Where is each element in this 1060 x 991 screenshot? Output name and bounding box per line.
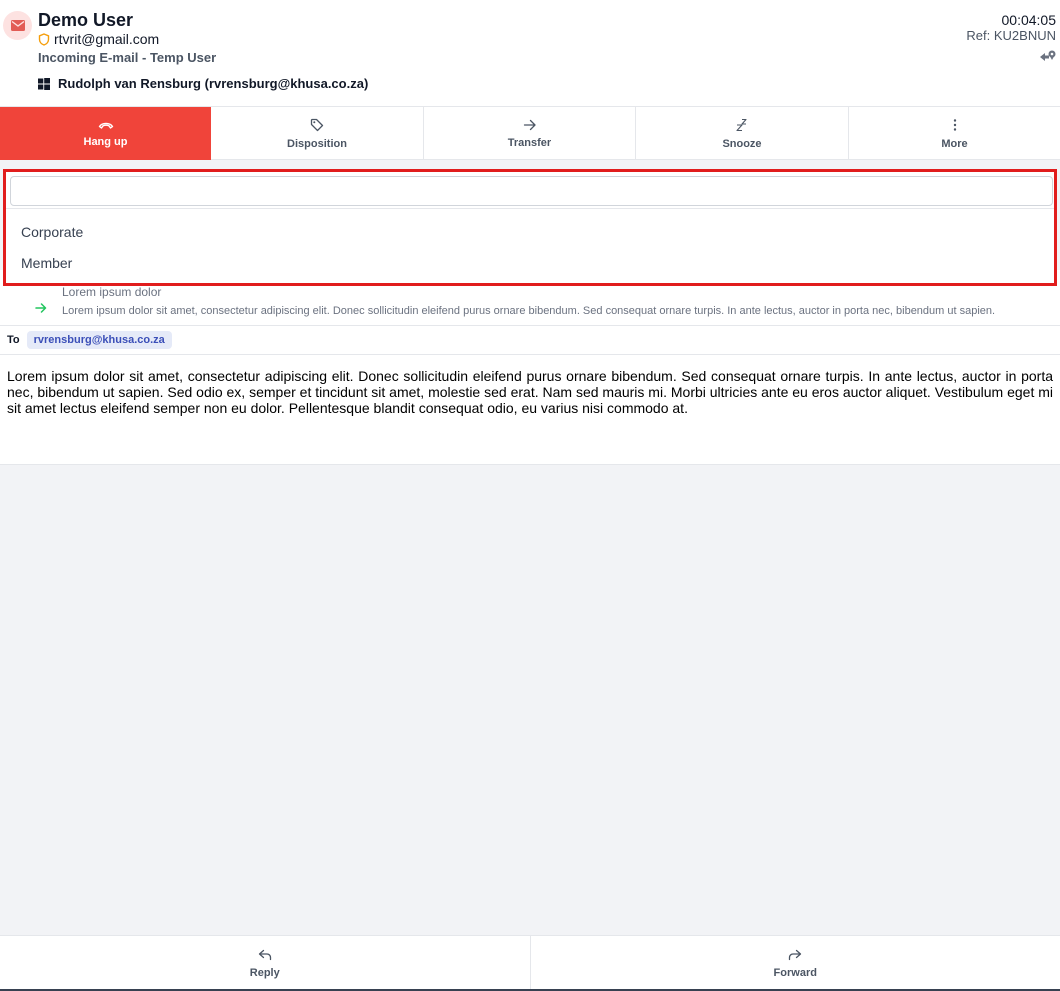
transfer-label: Transfer bbox=[507, 136, 552, 149]
recipient-row: To rvrensburg@khusa.co.za bbox=[0, 326, 1060, 355]
dropdown-divider bbox=[6, 208, 1054, 209]
interaction-type: Incoming E-mail - Temp User bbox=[38, 50, 217, 65]
contact-name: Demo User bbox=[38, 10, 134, 30]
hang-up-icon bbox=[98, 122, 113, 129]
bottom-action-bar: Reply Forward bbox=[0, 935, 1060, 991]
forward-icon bbox=[789, 949, 802, 960]
email-subject: Lorem ipsum dolor bbox=[62, 285, 162, 299]
disposition-dropdown: Corporate Member bbox=[3, 169, 1057, 286]
envelope-icon bbox=[10, 20, 25, 31]
email-body-text: Lorem ipsum dolor sit amet, consectetur … bbox=[7, 368, 1053, 416]
agent-line: Rudolph van Rensburg (rvrensburg@khusa.c… bbox=[38, 76, 368, 92]
incoming-arrow-icon bbox=[35, 303, 47, 313]
tag-icon bbox=[310, 118, 324, 131]
email-body: Lorem ipsum dolor sit amet, consectetur … bbox=[0, 355, 1060, 465]
more-vertical-icon bbox=[953, 118, 956, 131]
snooze-label: Snooze bbox=[722, 137, 762, 150]
dropdown-search-input[interactable] bbox=[10, 176, 1053, 206]
agent-name: Rudolph van Rensburg (rvrensburg@khusa.c… bbox=[58, 76, 369, 91]
action-toolbar: Hang up Disposition Transfer Snooze More bbox=[0, 107, 1060, 160]
dropdown-option-corporate[interactable]: Corporate bbox=[21, 223, 83, 241]
recipient-chip[interactable]: rvrensburg@khusa.co.za bbox=[26, 331, 172, 349]
email-interaction-page: Demo User rtvrit@gmail.com Incoming E-ma… bbox=[0, 0, 1060, 991]
forward-label: Forward bbox=[773, 966, 817, 979]
call-timer: 00:04:05 bbox=[1001, 12, 1057, 28]
hang-up-label: Hang up bbox=[83, 135, 128, 148]
more-label: More bbox=[941, 137, 968, 150]
to-label: To bbox=[7, 334, 20, 346]
reference-number: Ref: KU2BNUN bbox=[966, 28, 1056, 43]
forward-button[interactable]: Forward bbox=[529, 936, 1060, 991]
email-preview: Lorem ipsum dolor sit amet, consectetur … bbox=[62, 305, 996, 317]
snooze-button[interactable]: Snooze bbox=[636, 107, 849, 160]
transfer-location-icon[interactable] bbox=[1038, 48, 1056, 64]
email-avatar bbox=[3, 11, 32, 40]
reply-label: Reply bbox=[249, 966, 280, 979]
transfer-button[interactable]: Transfer bbox=[424, 107, 636, 160]
reply-icon bbox=[258, 949, 271, 960]
disposition-button[interactable]: Disposition bbox=[211, 107, 424, 160]
interaction-header: Demo User rtvrit@gmail.com Incoming E-ma… bbox=[0, 0, 1060, 107]
disposition-label: Disposition bbox=[287, 137, 347, 150]
windows-icon bbox=[38, 78, 50, 90]
reply-button[interactable]: Reply bbox=[0, 936, 530, 991]
contact-email: rtvrit@gmail.com bbox=[54, 31, 160, 47]
snooze-icon bbox=[736, 118, 747, 131]
more-button[interactable]: More bbox=[849, 107, 1060, 160]
arrow-right-icon bbox=[523, 119, 536, 130]
shield-icon bbox=[38, 32, 50, 46]
dropdown-option-member[interactable]: Member bbox=[21, 254, 72, 272]
contact-email-line: rtvrit@gmail.com bbox=[38, 30, 159, 48]
hang-up-button[interactable]: Hang up bbox=[0, 107, 211, 160]
